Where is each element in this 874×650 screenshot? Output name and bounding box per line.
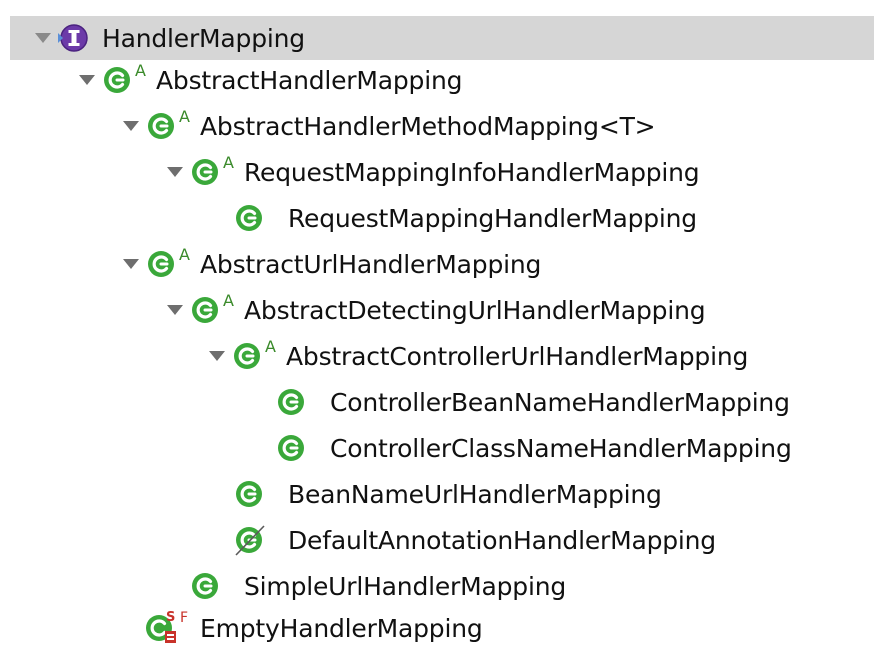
class-icon	[188, 155, 222, 189]
tree-label: ControllerClassNameHandlerMapping	[330, 433, 792, 463]
class-icon	[230, 339, 264, 373]
tree-label: EmptyHandlerMapping	[200, 613, 483, 643]
class-icon	[274, 431, 308, 465]
class-icon	[188, 569, 222, 603]
class-icon	[144, 109, 178, 143]
tree-label: DefaultAnnotationHandlerMapping	[288, 525, 716, 555]
tree-row-defaultannotationhandlermapping[interactable]: DefaultAnnotationHandlerMapping	[0, 518, 874, 562]
disclosure-triangle-expanded[interactable]	[162, 297, 188, 323]
tree-label: RequestMappingInfoHandlerMapping	[244, 157, 700, 187]
abstract-modifier-icon: A	[223, 291, 234, 310]
tree-row-simpleurlhandlermapping[interactable]: SimpleUrlHandlerMapping	[0, 564, 874, 608]
tree-row-requestmappinginfohandlermapping[interactable]: A RequestMappingInfoHandlerMapping	[0, 150, 874, 194]
static-final-modifier-icon: S F	[166, 610, 189, 626]
disclosure-triangle-expanded[interactable]	[204, 343, 230, 369]
tree-label: RequestMappingHandlerMapping	[288, 203, 697, 233]
tree-row-emptyhandlermapping[interactable]: S F EmptyHandlerMapping	[0, 606, 874, 650]
tree-row-abstractdetectingurlhandlermapping[interactable]: A AbstractDetectingUrlHandlerMapping	[0, 288, 874, 332]
tree-row-controllerclassnamehandlermapping[interactable]: ControllerClassNameHandlerMapping	[0, 426, 874, 470]
abstract-modifier-icon: A	[179, 107, 190, 126]
abstract-modifier-icon: A	[135, 61, 146, 80]
class-icon	[274, 385, 308, 419]
tree-label: SimpleUrlHandlerMapping	[244, 571, 567, 601]
abstract-modifier-icon: A	[223, 153, 234, 172]
tree-row-requestmappinghandlermapping[interactable]: RequestMappingHandlerMapping	[0, 196, 874, 240]
type-hierarchy-tree: HandlerMapping A AbstractHandlerMapping …	[0, 0, 874, 643]
class-icon	[100, 63, 134, 97]
tree-row-abstracthandlermapping[interactable]: A AbstractHandlerMapping	[0, 58, 874, 102]
disclosure-triangle-expanded[interactable]	[30, 25, 56, 51]
tree-label: ControllerBeanNameHandlerMapping	[330, 387, 790, 417]
tree-label: AbstractDetectingUrlHandlerMapping	[244, 295, 706, 325]
tree-row-handlermapping[interactable]: HandlerMapping	[10, 16, 874, 60]
tree-label: AbstractHandlerMethodMapping<T>	[200, 111, 656, 141]
interface-icon	[56, 21, 90, 55]
tree-row-abstracturlhandlermapping[interactable]: A AbstractUrlHandlerMapping	[0, 242, 874, 286]
disclosure-triangle-expanded[interactable]	[118, 251, 144, 277]
disclosure-triangle-expanded[interactable]	[74, 67, 100, 93]
abstract-modifier-icon: A	[179, 245, 190, 264]
disclosure-triangle-expanded[interactable]	[118, 113, 144, 139]
tree-label: HandlerMapping	[102, 23, 305, 53]
abstract-modifier-icon: A	[265, 337, 276, 356]
tree-row-beannameurlhandlermapping[interactable]: BeanNameUrlHandlerMapping	[0, 472, 874, 516]
tree-label: BeanNameUrlHandlerMapping	[288, 479, 662, 509]
tree-row-abstracthandlermethodmapping[interactable]: A AbstractHandlerMethodMapping<T>	[0, 104, 874, 148]
class-icon	[188, 293, 222, 327]
deprecated-class-icon	[232, 523, 266, 557]
tree-label: AbstractHandlerMapping	[156, 65, 463, 95]
class-icon	[232, 477, 266, 511]
tree-label: AbstractControllerUrlHandlerMapping	[286, 341, 749, 371]
tree-label: AbstractUrlHandlerMapping	[200, 249, 542, 279]
tree-row-abstractcontrollerurlhandlermapping[interactable]: A AbstractControllerUrlHandlerMapping	[0, 334, 874, 378]
class-icon	[232, 201, 266, 235]
class-icon	[144, 247, 178, 281]
disclosure-triangle-expanded[interactable]	[162, 159, 188, 185]
tree-row-controllerbeannamehandlermapping[interactable]: ControllerBeanNameHandlerMapping	[0, 380, 874, 424]
